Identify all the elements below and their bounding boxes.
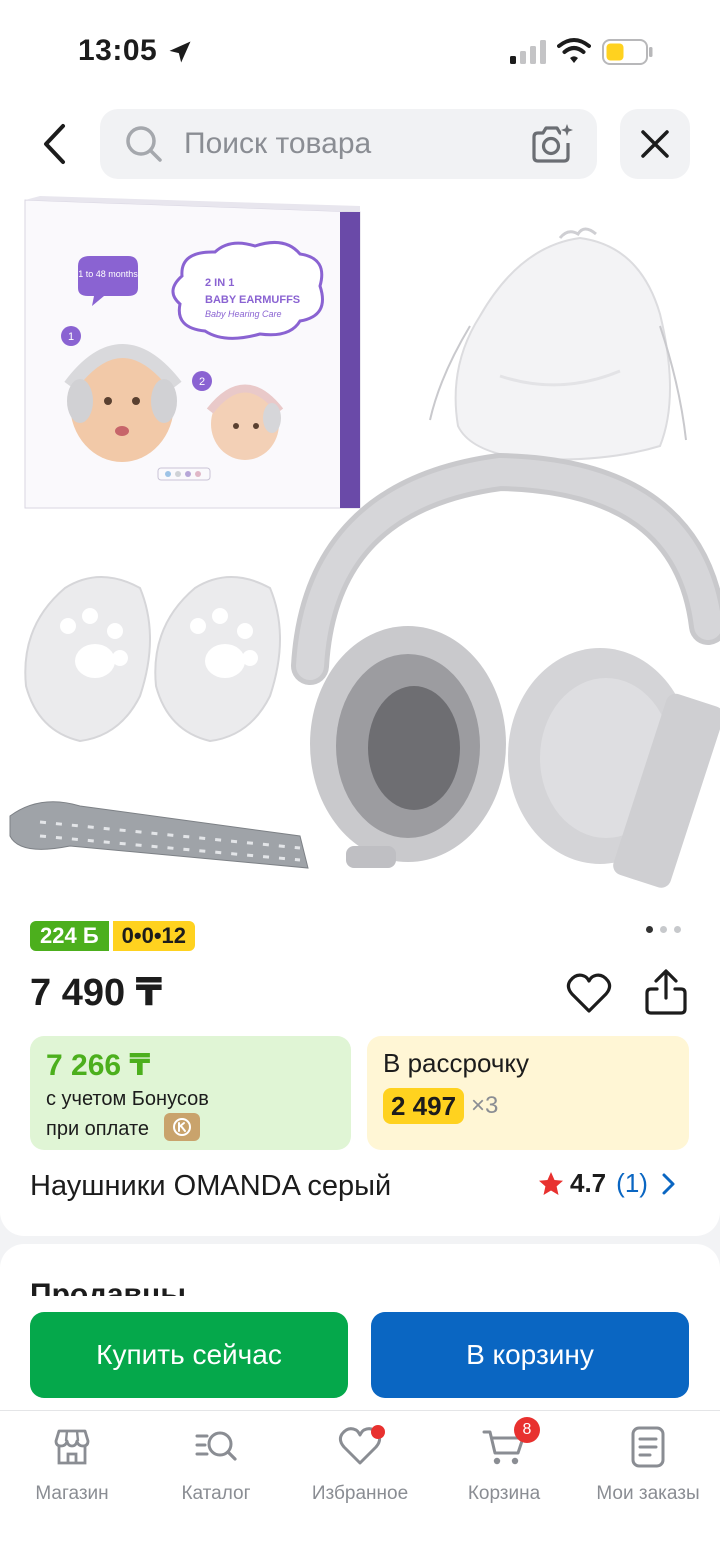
badges-row: 224 Б 0•0•12 <box>30 921 195 951</box>
search-bar[interactable] <box>100 109 597 179</box>
installment-amount: 2 497 <box>383 1088 465 1124</box>
pagination-dot <box>660 926 667 933</box>
box-tagline: Baby Hearing Care <box>205 309 282 319</box>
tab-label: Мои заказы <box>596 1483 700 1504</box>
headphones-image <box>291 452 720 888</box>
ear-pads-image <box>24 576 281 743</box>
bonus-badge: 224 Б <box>30 921 109 951</box>
bonus-caption-1: с учетом Бонусов <box>46 1088 209 1110</box>
camera-search-icon[interactable] <box>530 123 574 165</box>
favorite-heart-icon[interactable] <box>566 972 612 1014</box>
tab-label: Магазин <box>35 1483 109 1504</box>
search-icon <box>126 126 162 162</box>
status-time: 13:05 <box>78 34 158 67</box>
shop-icon <box>54 1429 90 1465</box>
battery-icon <box>602 39 653 65</box>
location-arrow-icon <box>169 41 191 63</box>
product-title: Наушники OMANDA серый <box>30 1170 392 1202</box>
tab-favorites[interactable]: Избранное <box>288 1425 432 1515</box>
catalog-icon <box>195 1431 237 1461</box>
rating-link[interactable]: 4.7 (1) <box>538 1168 678 1199</box>
wifi-icon <box>557 38 591 63</box>
product-info-card: 224 Б 0•0•12 7 490 ₸ 7 266 ₸ с учетом Бо… <box>0 906 720 1236</box>
product-image-gallery[interactable]: 1 to 48 months 2 IN 1 BABY EARMUFFS Baby… <box>0 196 720 906</box>
review-count: (1) <box>616 1168 648 1198</box>
status-bar: 13:05 <box>0 0 720 100</box>
tab-cart[interactable]: 8 Корзина <box>432 1417 576 1515</box>
bottom-tab-bar: Магазин Каталог Избранное 8 Корзина Мои … <box>0 1410 720 1564</box>
pouch-image <box>429 227 687 461</box>
back-button[interactable] <box>30 118 80 170</box>
product-box-image: 1 to 48 months 2 IN 1 BABY EARMUFFS Baby… <box>24 196 361 509</box>
bonus-price-box[interactable]: 7 266 ₸ с учетом Бонусов при оплате <box>30 1036 351 1150</box>
pagination-dot-active <box>646 926 653 933</box>
favorites-indicator-dot <box>371 1425 385 1439</box>
chevron-left-icon <box>44 124 65 164</box>
product-price: 7 490 ₸ <box>30 972 163 1014</box>
strap-image <box>9 801 309 869</box>
tab-label: Корзина <box>467 1483 541 1504</box>
box-headline2: BABY EARMUFFS <box>205 294 300 306</box>
kaspi-pay-icon <box>164 1113 200 1141</box>
tab-shop[interactable]: Магазин <box>0 1425 144 1515</box>
product-photo: 1 to 48 months 2 IN 1 BABY EARMUFFS Baby… <box>9 196 720 888</box>
purchase-bar: Купить сейчас В корзину <box>0 1296 720 1410</box>
buy-now-button[interactable]: Купить сейчас <box>30 1312 348 1398</box>
box-step2: 2 <box>199 376 205 388</box>
pagination-dot <box>674 926 681 933</box>
cart-count-badge: 8 <box>514 1417 540 1443</box>
tab-label: Избранное <box>311 1483 409 1504</box>
search-input[interactable] <box>184 109 514 179</box>
rating-value: 4.7 <box>570 1168 607 1198</box>
close-button[interactable] <box>620 109 690 179</box>
tab-label: Каталог <box>181 1483 251 1504</box>
box-step1: 1 <box>68 331 74 343</box>
chevron-right-icon <box>662 1173 675 1194</box>
orders-icon <box>631 1426 665 1468</box>
bonus-caption-2: при оплате <box>46 1118 150 1140</box>
tab-orders[interactable]: Мои заказы <box>576 1425 720 1515</box>
image-pagination <box>646 926 681 933</box>
box-headline1: 2 IN 1 <box>205 277 234 289</box>
star-icon <box>539 1171 563 1195</box>
tab-catalog[interactable]: Каталог <box>144 1425 288 1515</box>
cellular-signal-icon <box>510 40 546 64</box>
share-icon[interactable] <box>644 968 688 1016</box>
installment-multiplier: ×3 <box>471 1092 499 1119</box>
installment-box[interactable]: В рассрочку 2 497 ×3 <box>367 1036 689 1150</box>
installment-title: В рассрочку <box>383 1048 530 1078</box>
installment-badge: 0•0•12 <box>112 921 195 951</box>
close-icon <box>641 130 669 158</box>
add-to-cart-button[interactable]: В корзину <box>371 1312 689 1398</box>
bonus-price: 7 266 ₸ <box>46 1049 151 1082</box>
box-age-text: 1 to 48 months <box>78 269 138 279</box>
search-header <box>0 100 720 196</box>
